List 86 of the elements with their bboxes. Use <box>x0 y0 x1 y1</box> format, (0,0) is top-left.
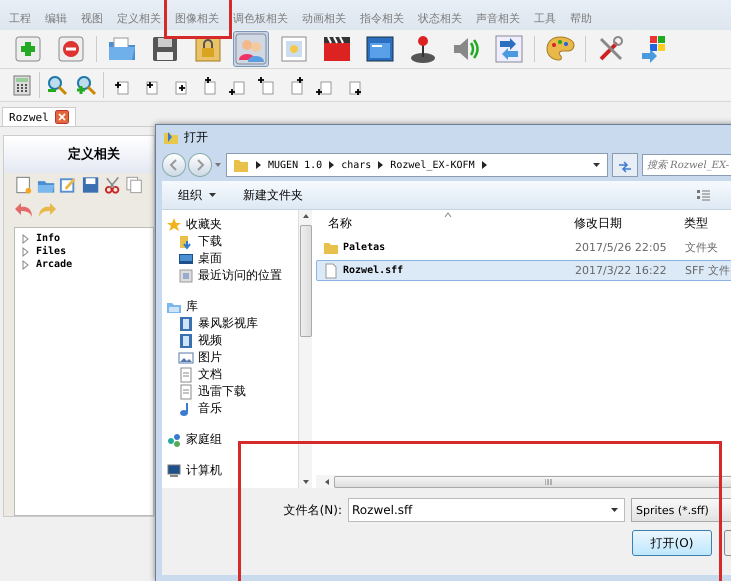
tree-item[interactable]: Info <box>36 233 60 244</box>
file-icon <box>323 262 339 278</box>
dropdown-arrow-icon <box>592 162 601 168</box>
menu-item[interactable]: 指令相关 <box>353 10 411 26</box>
file-row[interactable]: Rozwel.sff 2017/3/22 16:22 SFF 文件 <box>316 260 731 281</box>
window-title: 打开 <box>184 128 208 146</box>
column-header[interactable]: 类型 <box>684 214 731 232</box>
highlight-frame <box>164 0 232 39</box>
zoom-out-icon <box>46 74 68 96</box>
panel-title: 定义相关 <box>4 136 154 173</box>
forward-button[interactable] <box>188 153 212 177</box>
nav-item[interactable]: 最近访问的位置 <box>198 267 282 284</box>
file-type: SFF 文件 <box>685 263 731 278</box>
network-icon <box>166 432 182 448</box>
calculator-icon <box>11 74 33 96</box>
menu-item[interactable]: 视图 <box>74 10 110 26</box>
folder-icon <box>233 157 249 173</box>
nav-item[interactable]: 迅雷下载 <box>198 383 246 400</box>
zoom-in-icon <box>75 74 97 96</box>
file-row[interactable]: Paletas 2017/5/26 22:05 文件夹 <box>316 237 731 258</box>
document-icon <box>178 366 194 382</box>
arrows-icon <box>493 33 525 65</box>
breadcrumb-item[interactable]: Rozwel_EX-KOFM <box>390 160 475 170</box>
refresh-button[interactable] <box>612 153 638 177</box>
new-folder-button[interactable]: 新建文件夹 <box>233 184 313 206</box>
nav-item[interactable]: 文档 <box>198 366 222 383</box>
breadcrumb-item[interactable]: chars <box>341 160 372 170</box>
menu-item[interactable]: 图像相关 <box>168 10 226 26</box>
search-field[interactable]: 搜索 Rozwel_EX- <box>642 154 731 176</box>
tree-item[interactable]: Arcade <box>36 259 72 270</box>
file-name: Paletas <box>343 242 386 253</box>
nav-item[interactable]: 家庭组 <box>186 431 222 448</box>
dropdown-arrow-icon <box>208 192 217 198</box>
address-bar[interactable]: MUGEN 1.0 chars Rozwel_EX-KOFM <box>226 153 608 177</box>
column-header[interactable]: 名称 <box>316 214 574 232</box>
view-icon <box>696 188 712 202</box>
nav-item[interactable]: 暴风影视库 <box>198 315 258 332</box>
nav-item[interactable]: 音乐 <box>198 400 222 417</box>
nav-item[interactable]: 收藏夹 <box>186 216 222 233</box>
scroll-up-icon <box>302 213 310 219</box>
scroll-left-icon <box>324 478 330 486</box>
menu-item[interactable]: 调色板相关 <box>226 10 295 26</box>
chevron-icon <box>377 160 384 170</box>
field-label: 文件名(N): <box>282 502 342 518</box>
organize-button[interactable]: 组织 <box>168 184 227 206</box>
menu-item[interactable]: 定义相关 <box>110 10 168 26</box>
column-header[interactable]: 修改日期 <box>574 214 684 232</box>
open-button[interactable]: 打开(O) <box>632 530 712 556</box>
document-tab[interactable]: Rozwel <box>2 107 76 126</box>
tree-item[interactable]: Files <box>36 246 66 257</box>
nav-item[interactable]: 计算机 <box>186 462 222 479</box>
users-icon <box>235 33 267 65</box>
vertical-scrollbar[interactable] <box>298 210 312 488</box>
tab-label[interactable]: Rozwel <box>9 110 49 124</box>
chevron-icon <box>480 160 488 170</box>
picture-icon <box>178 350 194 366</box>
scroll-down-icon <box>302 479 310 485</box>
menu-item[interactable]: 动画相关 <box>295 10 353 26</box>
document-icon <box>178 384 194 400</box>
grip-icon <box>544 478 552 484</box>
nav-item[interactable]: 下载 <box>198 233 222 250</box>
file-date: 2017/3/22 16:22 <box>575 264 668 277</box>
breadcrumb-item[interactable]: MUGEN 1.0 <box>268 160 322 170</box>
back-button[interactable] <box>162 153 186 177</box>
file-type-dropdown[interactable]: Sprites (*.sff) <box>631 498 731 522</box>
menu-item[interactable]: 声音相关 <box>469 10 527 26</box>
nav-item[interactable]: 视频 <box>198 332 222 349</box>
nav-item[interactable]: 库 <box>186 298 198 315</box>
file-date: 2017/5/26 22:05 <box>575 241 668 254</box>
file-type: 文件夹 <box>685 240 719 255</box>
nav-item[interactable]: 桌面 <box>198 250 222 267</box>
scissors-icon <box>102 175 122 195</box>
dropdown-arrow-icon <box>214 162 222 168</box>
computer-icon <box>166 462 182 478</box>
menu-item[interactable]: 帮助 <box>563 10 599 26</box>
horizontal-scrollbar[interactable] <box>316 475 731 488</box>
close-icon <box>54 110 69 124</box>
file-name: Rozwel.sff <box>343 265 404 276</box>
new-file-icon <box>14 175 34 195</box>
menu-item[interactable]: 状态相关 <box>411 10 469 26</box>
chevron-icon <box>328 160 336 170</box>
chevron-icon <box>255 160 262 170</box>
nav-item[interactable]: 图片 <box>198 349 222 366</box>
copy-icon <box>124 175 144 195</box>
star-icon <box>166 216 182 232</box>
menu-item[interactable]: 编辑 <box>38 10 74 26</box>
